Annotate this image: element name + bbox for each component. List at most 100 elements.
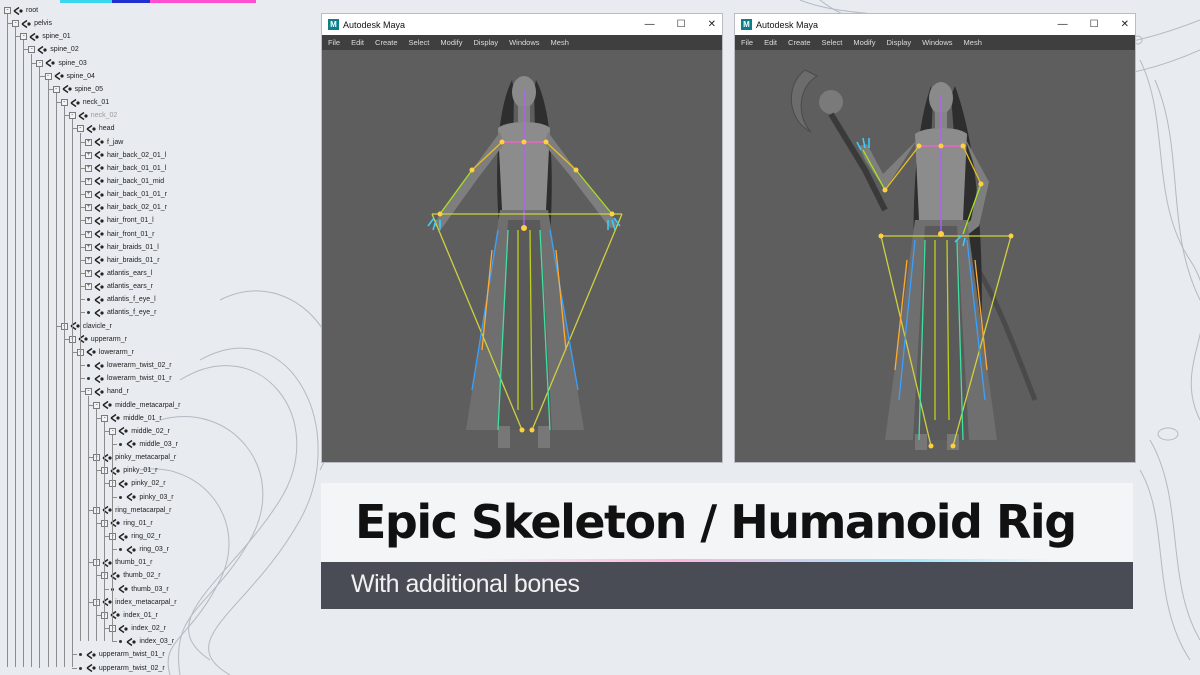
- outliner-item[interactable]: + hair_front_01_r: [85, 228, 154, 241]
- expand-toggle-icon[interactable]: +: [85, 217, 92, 225]
- outliner-item[interactable]: middle_03_r: [117, 438, 178, 451]
- collapse-toggle-icon[interactable]: -: [44, 72, 52, 80]
- expand-toggle-icon[interactable]: +: [85, 204, 92, 212]
- menu-display[interactable]: Display: [474, 38, 499, 47]
- maximize-icon[interactable]: ☐: [1090, 19, 1099, 30]
- outliner-item[interactable]: - spine_04: [44, 70, 95, 83]
- close-icon[interactable]: ✕: [708, 19, 716, 30]
- expand-toggle-icon[interactable]: +: [85, 164, 92, 172]
- outliner-item[interactable]: + hair_back_01_mid: [85, 175, 164, 188]
- outliner-item[interactable]: - neck_02: [68, 109, 117, 122]
- menu-file[interactable]: File: [741, 38, 753, 47]
- outliner-item[interactable]: - ring_01_r: [101, 517, 153, 530]
- outliner-item[interactable]: atlantis_f_eye_l: [85, 293, 156, 306]
- menu-file[interactable]: File: [328, 38, 340, 47]
- menu-create[interactable]: Create: [375, 38, 398, 47]
- expand-toggle-icon[interactable]: +: [85, 191, 92, 199]
- expand-toggle-icon[interactable]: +: [85, 230, 92, 238]
- close-icon[interactable]: ✕: [1121, 19, 1129, 30]
- outliner-item[interactable]: lowerarm_twist_01_r: [85, 372, 172, 385]
- collapse-toggle-icon[interactable]: -: [85, 388, 92, 396]
- outliner-item[interactable]: ring_03_r: [117, 543, 169, 556]
- outliner-item[interactable]: atlantis_f_eye_r: [85, 306, 156, 319]
- outliner-item[interactable]: lowerarm_twist_02_r: [85, 359, 172, 372]
- outliner-item[interactable]: upperarm_twist_01_r: [77, 648, 165, 661]
- maximize-icon[interactable]: ☐: [677, 19, 686, 30]
- outliner-item[interactable]: + hair_braids_01_l: [85, 241, 159, 254]
- outliner-item[interactable]: - spine_01: [20, 30, 71, 43]
- collapse-toggle-icon[interactable]: -: [28, 46, 36, 54]
- outliner-item[interactable]: + f_jaw: [85, 136, 123, 149]
- outliner-item[interactable]: - pinky_metacarpal_r: [93, 451, 176, 464]
- outliner-item[interactable]: - thumb_02_r: [101, 569, 161, 582]
- menu-modify[interactable]: Modify: [440, 38, 462, 47]
- outliner-item[interactable]: - pinky_02_r: [109, 477, 166, 490]
- outliner-item[interactable]: - root: [4, 4, 38, 17]
- expand-toggle-icon[interactable]: +: [85, 177, 92, 185]
- outliner-item[interactable]: - spine_02: [28, 43, 79, 56]
- outliner-item[interactable]: - hand_r: [85, 385, 129, 398]
- outliner-item[interactable]: index_03_r: [117, 635, 174, 648]
- expand-toggle-icon[interactable]: +: [85, 283, 92, 291]
- expand-toggle-icon[interactable]: +: [85, 256, 92, 264]
- minimize-icon[interactable]: —: [1058, 19, 1068, 30]
- expand-toggle-icon[interactable]: +: [85, 151, 92, 159]
- outliner-item[interactable]: + hair_back_01_01_r: [85, 188, 167, 201]
- collapse-toggle-icon[interactable]: -: [76, 125, 84, 133]
- expand-toggle-icon[interactable]: +: [85, 270, 92, 277]
- collapse-toggle-icon[interactable]: -: [52, 85, 60, 93]
- outliner-item[interactable]: + hair_back_02_01_l: [85, 149, 166, 162]
- outliner-item[interactable]: + hair_back_01_01_l: [85, 162, 166, 175]
- outliner-item[interactable]: - lowerarm_r: [76, 346, 134, 359]
- collapse-toggle-icon[interactable]: -: [4, 7, 11, 14]
- window-titlebar[interactable]: M Autodesk Maya — ☐ ✕: [735, 14, 1135, 35]
- outliner-item[interactable]: - index_01_r: [101, 609, 158, 622]
- collapse-toggle-icon[interactable]: -: [36, 59, 44, 67]
- outliner-item[interactable]: - pinky_01_r: [101, 464, 157, 477]
- outliner-item[interactable]: - head: [76, 122, 114, 135]
- outliner-item[interactable]: - middle_02_r: [109, 425, 170, 438]
- maya-window-front[interactable]: M Autodesk Maya — ☐ ✕ File Edit Create S…: [322, 14, 722, 462]
- menu-mesh[interactable]: Mesh: [964, 38, 982, 47]
- collapse-toggle-icon[interactable]: -: [12, 20, 20, 28]
- menu-display[interactable]: Display: [887, 38, 912, 47]
- collapse-toggle-icon[interactable]: -: [68, 112, 76, 120]
- expand-toggle-icon[interactable]: +: [85, 243, 92, 251]
- menu-create[interactable]: Create: [788, 38, 811, 47]
- menu-mesh[interactable]: Mesh: [551, 38, 569, 47]
- outliner-item[interactable]: pinky_03_r: [117, 491, 174, 504]
- outliner-item[interactable]: - index_metacarpal_r: [93, 596, 177, 609]
- outliner-item[interactable]: - middle_metacarpal_r: [93, 399, 180, 412]
- outliner-item[interactable]: + atlantis_ears_l: [85, 267, 152, 280]
- window-titlebar[interactable]: M Autodesk Maya — ☐ ✕: [322, 14, 722, 35]
- collapse-toggle-icon[interactable]: -: [101, 414, 109, 422]
- collapse-toggle-icon[interactable]: -: [60, 99, 68, 107]
- menu-select[interactable]: Select: [409, 38, 430, 47]
- menu-edit[interactable]: Edit: [764, 38, 777, 47]
- outliner-item[interactable]: + hair_braids_01_r: [85, 254, 160, 267]
- menu-windows[interactable]: Windows: [922, 38, 952, 47]
- viewport-posed-rig[interactable]: [735, 50, 1135, 462]
- outliner-item[interactable]: - neck_01: [60, 96, 109, 109]
- outliner-item[interactable]: - pelvis: [12, 17, 52, 30]
- menu-select[interactable]: Select: [822, 38, 843, 47]
- outliner-item[interactable]: - thumb_01_r: [93, 556, 152, 569]
- outliner-item[interactable]: - clavicle_r: [60, 320, 112, 333]
- collapse-toggle-icon[interactable]: -: [20, 33, 28, 41]
- menu-windows[interactable]: Windows: [509, 38, 539, 47]
- menu-modify[interactable]: Modify: [853, 38, 875, 47]
- menu-edit[interactable]: Edit: [351, 38, 364, 47]
- outliner-item[interactable]: + hair_front_01_l: [85, 214, 154, 227]
- outliner-item[interactable]: - middle_01_r: [101, 412, 162, 425]
- outliner-item[interactable]: - spine_05: [52, 83, 103, 96]
- outliner-item[interactable]: - index_02_r: [109, 622, 166, 635]
- outliner-item[interactable]: thumb_03_r: [109, 583, 169, 596]
- expand-toggle-icon[interactable]: +: [85, 138, 92, 146]
- outliner-item[interactable]: + atlantis_ears_r: [85, 280, 153, 293]
- outliner-item[interactable]: + hair_back_02_01_r: [85, 201, 167, 214]
- outliner-item[interactable]: - upperarm_r: [68, 333, 127, 346]
- minimize-icon[interactable]: —: [645, 19, 655, 30]
- viewport-front-rig[interactable]: [322, 50, 722, 462]
- maya-window-pose[interactable]: M Autodesk Maya — ☐ ✕ File Edit Create S…: [735, 14, 1135, 462]
- collapse-toggle-icon[interactable]: -: [93, 401, 101, 409]
